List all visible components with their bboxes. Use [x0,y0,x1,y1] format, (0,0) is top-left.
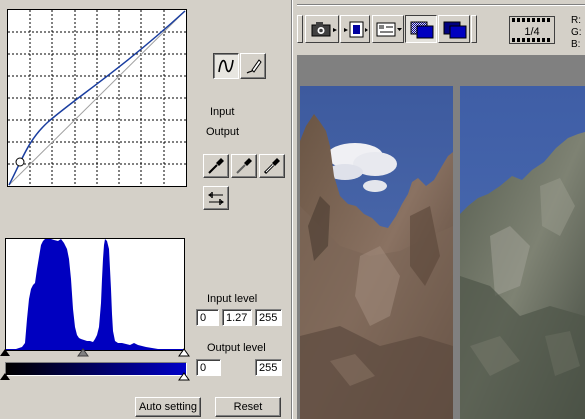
gray-eyedropper-icon [236,158,252,174]
input-white-field[interactable]: 255 [255,309,282,326]
curves-levels-panel: Input Output Input level 0 1.27 255 Outp… [0,0,291,419]
curve-point [15,157,25,167]
input-gamma-field[interactable]: 1.27 [222,309,252,326]
preview-image-adjusted[interactable] [460,86,585,419]
dither-preview-icon [410,21,434,39]
output-black-field[interactable]: 0 [196,359,221,376]
crop-button[interactable] [340,15,370,43]
g-readout-label: G: [571,27,582,38]
compare-view-button[interactable] [438,15,470,43]
film-strip-bottom [512,38,552,42]
black-eyedropper-icon [208,158,224,174]
reset-button[interactable]: Reset [215,397,281,417]
histogram [5,238,185,351]
histogram-fill [6,239,184,350]
output-label: Output [206,126,240,138]
thumbnail-list-icon [376,22,402,37]
toolbar-edge-button[interactable] [297,15,303,43]
preview-image-original[interactable] [300,86,453,419]
scan-button[interactable] [305,15,339,43]
tone-curve-graph[interactable] [7,9,187,187]
smooth-curve-button[interactable] [213,53,239,79]
page-fit-icon [344,21,368,38]
b-readout-label: B: [571,39,581,50]
film-strip-top [512,18,552,22]
mountain-photo-original [300,86,453,419]
output-level-sliders[interactable] [0,372,192,382]
toolbar-spacer [471,15,477,43]
freehand-curve-button[interactable] [240,53,266,79]
freehand-pencil-icon [246,59,262,74]
overlap-windows-icon [443,21,467,39]
output-white-slider [178,372,190,381]
input-label: Input [210,106,235,118]
input-level-label: Input level [207,293,258,305]
frame-counter[interactable]: 1/4 [509,16,555,44]
input-black-slider [0,349,10,356]
output-black-slider [0,373,10,380]
thumbnail-view-button[interactable] [372,15,404,43]
curve-adjust-icon [208,192,224,205]
output-level-label: Output level [207,342,266,354]
gray-point-button[interactable] [231,154,257,178]
input-white-slider [178,348,190,357]
auto-setting-button[interactable]: Auto setting [135,397,201,417]
input-black-field[interactable]: 0 [196,309,219,326]
output-white-field[interactable]: 255 [255,359,282,376]
r-readout-label: R: [571,15,581,26]
white-eyedropper-icon [263,158,280,175]
input-level-sliders[interactable] [0,348,192,358]
black-point-button[interactable] [203,154,229,178]
white-point-button[interactable] [259,154,285,178]
preview-mode-button[interactable] [405,15,437,43]
camera-icon [311,22,337,37]
smooth-curve-icon [218,59,234,73]
frame-counter-text: 1/4 [524,26,540,38]
mountain-photo-adjusted [460,86,585,419]
preview-strip [297,55,585,419]
input-gamma-slider [77,348,89,357]
set-curve-button[interactable] [203,186,229,210]
